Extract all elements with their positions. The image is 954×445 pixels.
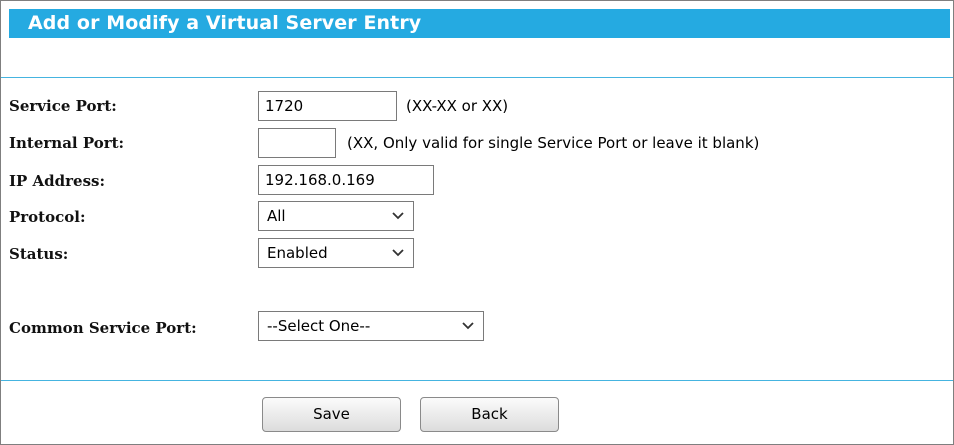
common-service-port-label: Common Service Port: xyxy=(9,319,197,337)
common-service-port-select[interactable]: --Select One-- xyxy=(258,311,484,341)
status-select[interactable]: Enabled xyxy=(258,238,414,268)
back-button[interactable]: Back xyxy=(420,397,559,432)
internal-port-input[interactable] xyxy=(258,128,336,158)
chevron-down-icon xyxy=(462,322,474,330)
protocol-label: Protocol: xyxy=(9,208,86,226)
common-service-port-selected-value: --Select One-- xyxy=(267,317,371,335)
title-bar: Add or Modify a Virtual Server Entry xyxy=(9,9,950,38)
status-selected-value: Enabled xyxy=(267,244,328,262)
status-label: Status: xyxy=(9,245,69,263)
chevron-down-icon xyxy=(392,212,404,220)
protocol-select[interactable]: All xyxy=(258,201,414,231)
virtual-server-panel: Add or Modify a Virtual Server Entry Ser… xyxy=(0,0,954,445)
bottom-divider xyxy=(1,380,953,381)
save-button[interactable]: Save xyxy=(262,397,401,432)
service-port-input[interactable]: 1720 xyxy=(258,91,397,121)
ip-address-input[interactable]: 192.168.0.169 xyxy=(258,165,434,195)
chevron-down-icon xyxy=(392,249,404,257)
internal-port-hint: (XX, Only valid for single Service Port … xyxy=(347,134,760,152)
ip-address-label: IP Address: xyxy=(9,172,106,190)
protocol-selected-value: All xyxy=(267,207,286,225)
page-title: Add or Modify a Virtual Server Entry xyxy=(28,12,422,34)
top-divider xyxy=(1,77,953,78)
internal-port-label: Internal Port: xyxy=(9,134,125,152)
service-port-hint: (XX-XX or XX) xyxy=(406,97,509,115)
service-port-label: Service Port: xyxy=(9,97,117,115)
